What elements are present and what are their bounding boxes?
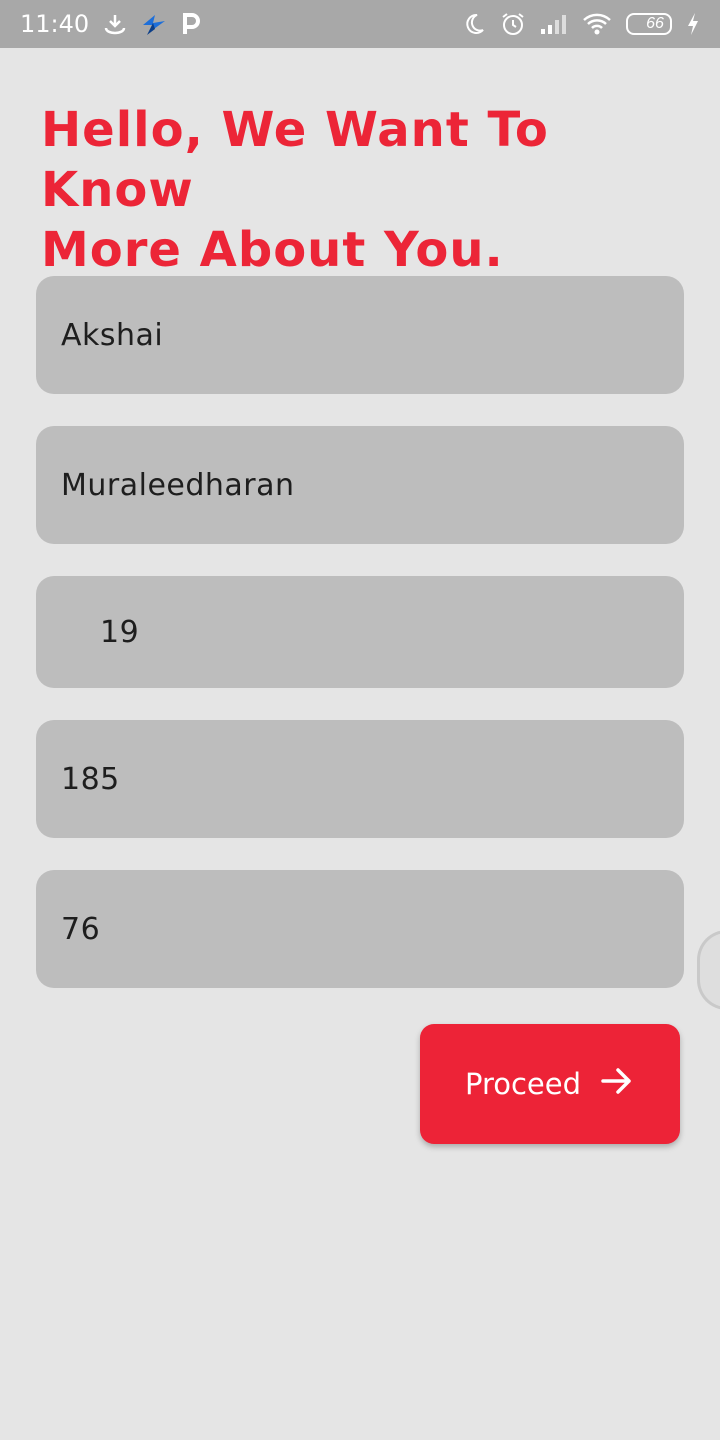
wifi-icon xyxy=(582,12,612,36)
weight-field[interactable]: 76 xyxy=(36,870,684,988)
height-value: 185 xyxy=(61,761,120,797)
page-title-line-1: Hello, We Want To Know xyxy=(41,102,549,218)
last-name-field[interactable]: Muraleedharan xyxy=(36,426,684,544)
battery-level: 66 xyxy=(646,15,664,32)
status-time: 11:40 xyxy=(20,10,90,38)
height-field[interactable]: 185 xyxy=(36,720,684,838)
alarm-icon xyxy=(500,11,526,37)
status-bar-right: 66 xyxy=(462,11,700,37)
status-bar: 11:40 66 xyxy=(0,0,720,48)
page-title-line-2: More About You. xyxy=(41,222,504,278)
signal-icon xyxy=(540,13,568,35)
parking-app-icon xyxy=(181,12,201,36)
edge-swipe-handle[interactable] xyxy=(697,930,720,1010)
proceed-button[interactable]: Proceed xyxy=(420,1024,680,1144)
last-name-value: Muraleedharan xyxy=(61,467,295,503)
proceed-button-label: Proceed xyxy=(464,1067,582,1101)
download-icon xyxy=(103,12,127,36)
age-value: 19 xyxy=(100,614,140,650)
age-field[interactable]: 19 xyxy=(36,576,684,688)
bird-app-icon xyxy=(141,11,167,37)
weight-value: 76 xyxy=(61,911,101,947)
arrow-right-icon xyxy=(599,1063,635,1106)
moon-icon xyxy=(462,12,486,36)
page-title: Hello, We Want To Know More About You. xyxy=(41,100,691,280)
first-name-field[interactable]: Akshai xyxy=(36,276,684,394)
first-name-value: Akshai xyxy=(61,317,164,353)
charging-icon xyxy=(686,12,700,36)
status-bar-left: 11:40 xyxy=(20,10,201,38)
battery-icon: 66 xyxy=(626,13,672,35)
